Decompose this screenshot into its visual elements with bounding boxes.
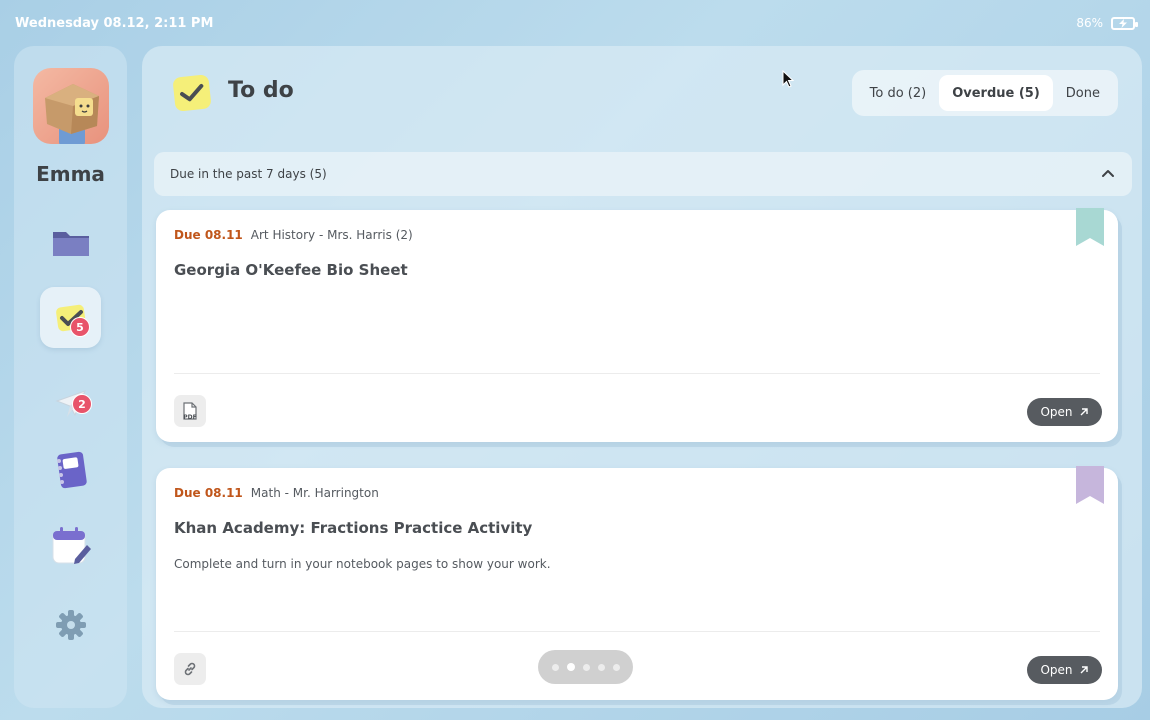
open-button[interactable]: Open — [1027, 656, 1102, 684]
chevron-up-icon[interactable] — [1100, 166, 1116, 182]
sidebar-item-messages[interactable]: 2 — [40, 372, 101, 433]
sidebar: Emma 5 2 — [14, 46, 127, 708]
due-date: Due 08.11 — [174, 228, 243, 242]
card-meta: Due 08.11 Math - Mr. Harrington — [174, 486, 379, 500]
course-name: Art History - Mrs. Harris (2) — [250, 228, 413, 242]
mouse-cursor-icon — [782, 70, 794, 88]
assignment-card[interactable]: Due 08.11 Math - Mr. Harrington Khan Aca… — [156, 466, 1118, 700]
calendar-icon — [52, 526, 91, 564]
arrow-up-right-icon — [1080, 408, 1088, 416]
open-button[interactable]: Open — [1027, 398, 1102, 426]
status-bar: Wednesday 08.12, 2:11 PM 86% — [0, 0, 1150, 46]
sidebar-item-notebook[interactable] — [40, 440, 101, 501]
assignment-title: Georgia O'Keefee Bio Sheet — [174, 261, 408, 279]
section-title: Due in the past 7 days (5) — [170, 167, 327, 181]
card-divider — [174, 631, 1100, 632]
sidebar-item-todo[interactable]: 5 — [40, 287, 101, 348]
card-divider — [174, 373, 1100, 374]
link-attachment[interactable] — [174, 653, 206, 685]
sidebar-item-files[interactable] — [40, 212, 101, 273]
tab-overdue[interactable]: Overdue (5) — [939, 75, 1053, 111]
open-button-label: Open — [1040, 663, 1073, 677]
bookmark-icon[interactable] — [1076, 208, 1104, 246]
gear-icon — [55, 609, 86, 640]
bookmark-icon[interactable] — [1076, 466, 1104, 504]
status-datetime: Wednesday 08.12, 2:11 PM — [15, 15, 214, 31]
avatar[interactable] — [32, 68, 109, 144]
assignment-card[interactable]: Due 08.11 Art History - Mrs. Harris (2) … — [156, 208, 1118, 442]
todo-header-icon — [172, 74, 212, 112]
course-name: Math - Mr. Harrington — [250, 486, 379, 500]
pdf-attachment[interactable]: PDF — [174, 395, 206, 427]
assignment-description: Complete and turn in your notebook pages… — [174, 557, 551, 571]
folder-icon — [52, 231, 89, 256]
section-header[interactable]: Due in the past 7 days (5) — [154, 152, 1132, 196]
open-button-label: Open — [1040, 405, 1073, 419]
page-dot[interactable] — [597, 663, 605, 671]
user-name: Emma — [36, 162, 105, 186]
tab-done[interactable]: Done — [1053, 75, 1113, 111]
card-meta: Due 08.11 Art History - Mrs. Harris (2) — [174, 228, 413, 242]
notebook-icon — [56, 451, 87, 488]
todo-badge: 5 — [70, 317, 90, 337]
tab-bar: To do (2) Overdue (5) Done — [851, 70, 1118, 116]
tab-todo[interactable]: To do (2) — [857, 75, 940, 111]
page-dot[interactable] — [582, 663, 590, 671]
status-right: 86% — [1076, 16, 1138, 30]
attachment-label: PDF — [183, 414, 197, 421]
sidebar-item-settings[interactable] — [40, 594, 101, 655]
due-date: Due 08.11 — [174, 486, 243, 500]
assignment-title: Khan Academy: Fractions Practice Activit… — [174, 519, 533, 537]
arrow-up-right-icon — [1080, 666, 1088, 674]
main-panel: To do To do (2) Overdue (5) Done Due in … — [142, 46, 1142, 708]
messages-badge: 2 — [72, 394, 92, 414]
sidebar-item-calendar[interactable] — [40, 515, 101, 576]
battery-icon — [1111, 16, 1138, 30]
page-dot[interactable] — [612, 663, 620, 671]
page-dot[interactable] — [551, 663, 559, 671]
battery-percent: 86% — [1076, 16, 1103, 30]
page-title: To do — [228, 78, 294, 103]
page-dot-active[interactable] — [566, 663, 575, 671]
link-icon — [184, 662, 196, 676]
page-indicator[interactable] — [538, 650, 633, 684]
